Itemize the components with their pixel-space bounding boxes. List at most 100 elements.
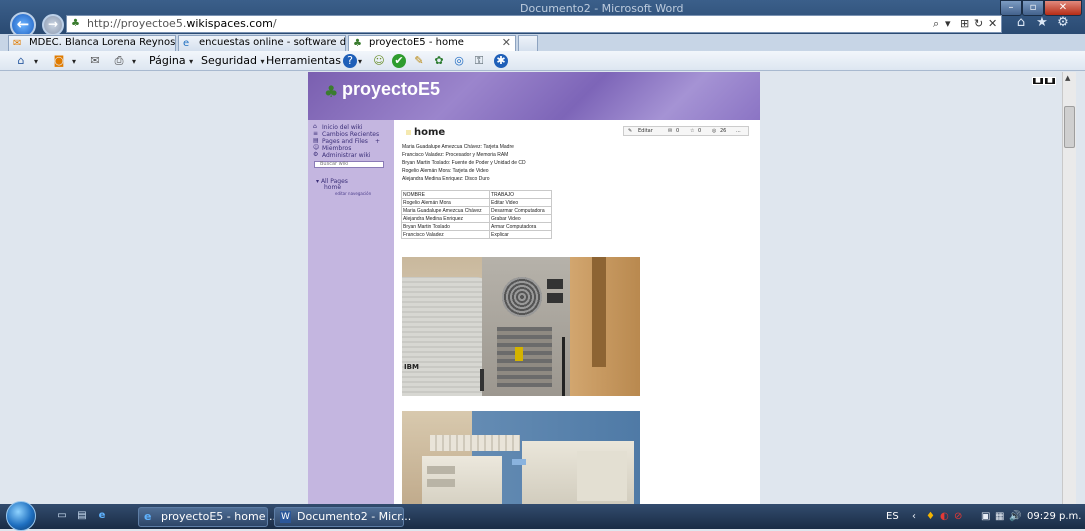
table-row: Alejandra Medina Enriquez Grabar Video [401,214,552,223]
table-row: Francisco Valadez Explicar [401,230,552,239]
switch-windows-icon[interactable]: ▤ [75,510,89,522]
site-title[interactable]: proyectoE5 [342,79,440,100]
show-desktop-icon[interactable]: ▭ [55,510,69,522]
page-favicon-icon: ♣ [71,18,80,29]
tab-mdec[interactable]: ✉ MDEC. Blanca Lorena Reynoso... [8,35,176,51]
cell-trabajo: Armar Computadora [489,222,552,231]
menu-herramientas[interactable]: Herramientas ▾ [266,54,348,67]
table-header-row: NOMBRE TRABAJO [401,190,552,199]
address-bar[interactable]: ♣ http://proyectoe5.wikispaces.com/ ⌕ ▾ … [66,15,1002,33]
ie-icon: e [144,510,152,523]
tools-gear-icon[interactable]: ⚙ [1054,15,1072,33]
print-dropdown-icon[interactable]: ▾ [132,54,136,67]
nav-cambios-recientes[interactable]: ≡ Cambios Recientes [313,131,379,139]
more-actions-button[interactable]: ... [736,127,741,135]
tab-encuestas[interactable]: e encuestas online - software de ... [178,35,346,51]
page-actions-bar: ✎ Editar ✉ 0 ☆ 0 ◎ 26 ... [623,126,749,136]
tab-proyectoe5[interactable]: ♣ proyectoE5 - home ✕ [348,35,516,51]
tab-label: MDEC. Blanca Lorena Reynoso... [29,37,176,48]
tab-strip: ✉ MDEC. Blanca Lorena Reynoso... e encue… [0,34,1085,51]
menu-pagina[interactable]: Página ▾ [149,54,193,67]
language-indicator[interactable]: ES [886,511,899,522]
cell-nombre: Rogelio Alemán Mora [401,198,490,207]
help-icon[interactable]: ? [343,54,357,68]
search-icon[interactable]: ⌕ [933,17,939,31]
tab-label: proyectoE5 - home [369,37,464,48]
research-icon[interactable]: ⚿ [472,54,486,68]
page-tool-icon[interactable]: ■ [1044,77,1056,85]
address-url[interactable]: http://proyectoe5.wikispaces.com/ [87,17,277,30]
header-nombre: NOMBRE [401,190,490,199]
nav-miembros[interactable]: ☺ Miembros [313,145,351,153]
wiki-sidebar: ⌂ Inicio del wiki ≡ Cambios Recientes ▤ Pag… [308,120,394,504]
edit-pencil-icon[interactable]: ✎ [412,54,426,68]
tray-app-icon[interactable]: ♦ [926,511,935,522]
edit-navigation-link[interactable]: editar navegación [335,191,371,196]
discussion-icon[interactable]: ✉ [668,127,672,135]
page-heading: home [406,127,445,138]
rss-feeds-icon[interactable]: ◙ [52,54,66,68]
print-icon[interactable]: ⎙ [112,54,126,68]
help-dropdown-icon[interactable]: ▾ [358,54,362,67]
sidebar-home-link[interactable]: home [324,184,341,191]
scroll-up-icon[interactable]: ▲ [1065,74,1070,82]
bluetooth-icon[interactable]: ✱ [494,54,508,68]
favorites-bar-icon[interactable]: ⌂ [14,54,28,68]
table-row: Rogelio Alemán Mora Editar Video [401,198,552,207]
tray-app-icon[interactable]: ⊘ [954,511,962,522]
forward-button[interactable]: → [42,14,64,36]
table-row: Maria Guadalupe Amezcua Chávez Desarmar C… [401,206,552,215]
window-titlebar: Documento2 - Microsoft Word – ▫ ✕ ← → ♣ … [0,0,1085,38]
cell-nombre: Maria Guadalupe Amezcua Chávez [401,206,490,215]
compatibility-view-icon[interactable]: ⊞ [960,17,969,30]
battery-icon[interactable]: ▣ [981,511,990,522]
photo-pc-assembled[interactable] [402,411,640,504]
assignment-line: Francisco Valadez: Procesador y Memoria … [402,152,509,158]
addon-icon[interactable]: ✿ [432,54,446,68]
photo-pc-back[interactable]: IBM [402,257,640,396]
scrollbar-thumb[interactable] [1064,106,1075,148]
cell-trabajo: Grabar Video [489,214,552,223]
nav-inicio-wiki[interactable]: ⌂ Inicio del wiki [313,124,363,132]
close-window-button[interactable]: ✕ [1044,0,1082,16]
check-icon[interactable]: ✔ [392,54,406,68]
show-hidden-icons[interactable]: ‹ [912,511,916,522]
search-wiki-input[interactable]: Buscar wiki [314,161,384,168]
views-icon[interactable]: ◎ [712,127,716,135]
nav-administrar-wiki[interactable]: ⚙ Administrar wiki [313,151,371,160]
taskbar-item-word[interactable]: W Documento2 - Micr... [274,507,411,527]
nav-pages-files[interactable]: ▤ Pages and Files + [313,138,380,146]
clock[interactable]: 09:29 p.m. [1027,511,1081,522]
assignment-line: Maria Guadalupe Amezcua Chávez: Tarjeta … [402,144,514,150]
read-mail-icon[interactable]: ✉ [88,54,102,68]
new-tab-button[interactable] [518,35,538,51]
favorites-dropdown-icon[interactable]: ▾ [34,54,38,67]
page-tool-icon[interactable]: ■ [1032,77,1044,85]
cell-trabajo: Explicar [489,230,552,239]
stop-icon[interactable]: ✕ [988,17,997,30]
favorites-star-icon[interactable]: ★ [1033,15,1051,33]
refresh-icon[interactable]: ↻ [974,17,983,30]
taskbar-item-ie[interactable]: e proyectoE5 - home ... [138,507,279,527]
feeds-dropdown-icon[interactable]: ▾ [72,54,76,67]
network-icon[interactable]: ▦ [995,511,1004,522]
volume-icon[interactable]: 🔊 [1009,511,1021,522]
messenger-icon[interactable]: ☺ [372,54,386,68]
minimize-button[interactable]: – [1000,0,1022,16]
menu-seguridad[interactable]: Seguridad ▾ [201,54,265,67]
ie-quicklaunch-icon[interactable]: e [95,510,109,522]
wiki-page: ♣ proyectoE5 ⌂ Inicio del wiki ≡ Cambios R… [308,72,760,504]
admin-gear-icon: ⚙ [313,151,319,158]
tray-app-icon[interactable]: ◐ [940,511,949,522]
maximize-button[interactable]: ▫ [1022,0,1044,16]
vertical-scrollbar[interactable]: ▲ [1062,72,1076,504]
web-slice-icon[interactable]: ◎ [452,54,466,68]
edit-button[interactable]: Editar [638,127,653,135]
assignment-line: Bryan Martin Toslado: Fuente de Poder y … [402,160,526,166]
history-icon[interactable]: ☆ [690,127,694,135]
tab-close-icon[interactable]: ✕ [502,36,511,50]
home-icon[interactable]: ⌂ [1012,15,1030,33]
start-button[interactable] [6,501,36,531]
add-page-icon[interactable]: + [375,138,380,145]
address-dropdown-icon[interactable]: ▾ [945,17,951,30]
